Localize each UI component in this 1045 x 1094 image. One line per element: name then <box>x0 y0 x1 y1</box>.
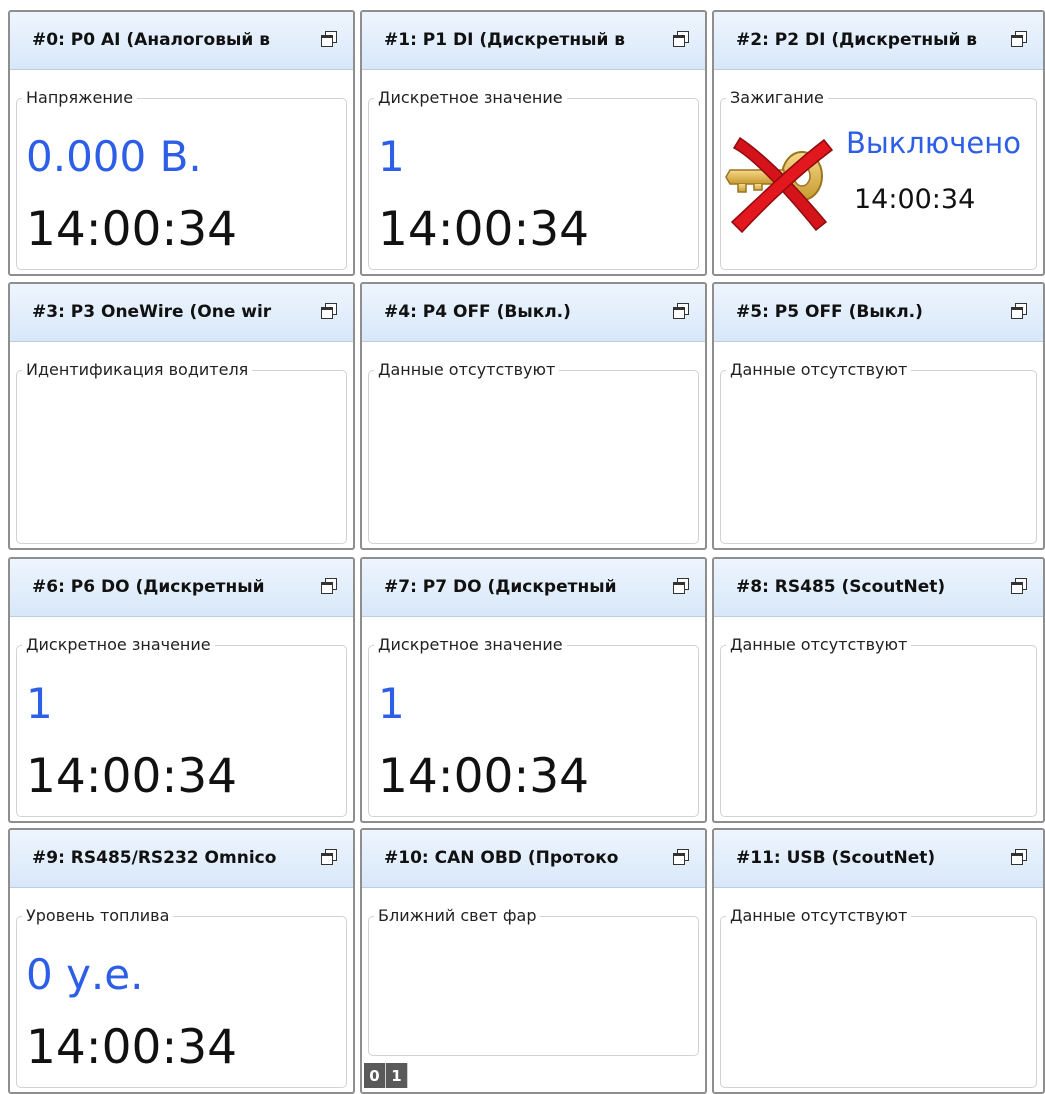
tile-title: #2: P2 DI (Дискретный в <box>736 30 978 50</box>
sensor-time: 14:00:34 <box>378 202 590 257</box>
bit-1: 1 <box>386 1063 408 1088</box>
sensor-time: 14:00:34 <box>26 1020 238 1075</box>
sensor-tile-4: #4: P4 OFF (Выкл.) Данные отсутствуют <box>360 282 707 550</box>
tile-header: #6: P6 DO (Дискретный <box>10 559 353 617</box>
tile-header: #5: P5 OFF (Выкл.) <box>714 284 1043 342</box>
tile-title: #0: P0 AI (Аналоговый в <box>32 30 270 50</box>
panel-legend: Идентификация водителя <box>22 360 253 379</box>
panel-legend: Зажигание <box>726 88 828 107</box>
restore-window-icon[interactable] <box>1011 578 1027 594</box>
sensor-value: 0.000 В. <box>26 132 202 181</box>
tile-title: #11: USB (ScoutNet) <box>736 848 936 868</box>
panel-legend: Данные отсутствуют <box>374 360 560 379</box>
restore-window-icon[interactable] <box>673 31 689 47</box>
sensor-time: 14:00:34 <box>378 749 590 804</box>
sensor-value: 1 <box>26 679 53 728</box>
restore-window-icon[interactable] <box>673 849 689 865</box>
value-panel <box>16 370 347 544</box>
tile-header: #1: P1 DI (Дискретный в <box>362 12 705 70</box>
restore-window-icon[interactable] <box>673 578 689 594</box>
tile-title: #3: P3 OneWire (One wir <box>32 302 272 322</box>
panel-legend: Данные отсутствуют <box>726 906 912 925</box>
bit-indicator: 0 1 <box>364 1063 408 1088</box>
sensor-value: 0 у.е. <box>26 950 144 999</box>
panel-legend: Дискретное значение <box>374 635 567 654</box>
restore-window-icon[interactable] <box>1011 31 1027 47</box>
ignition-off-key-icon <box>725 136 834 234</box>
sensor-tile-10: #10: CAN OBD (Протоко Ближний свет фар <box>360 828 707 1094</box>
panel-legend: Дискретное значение <box>22 635 215 654</box>
tile-title: #10: CAN OBD (Протоко <box>384 848 619 868</box>
sensor-tile-1: #1: P1 DI (Дискретный в Дискретное значе… <box>360 10 707 276</box>
restore-window-icon[interactable] <box>321 578 337 594</box>
sensor-value: 1 <box>378 679 405 728</box>
value-panel <box>368 370 699 544</box>
tile-header: #3: P3 OneWire (One wir <box>10 284 353 342</box>
sensor-tile-0: #0: P0 AI (Аналоговый в Напряжение 0.000… <box>8 10 355 276</box>
tile-title: #6: P6 DO (Дискретный <box>32 577 265 597</box>
value-panel <box>368 916 699 1056</box>
sensor-time: 14:00:34 <box>26 749 238 804</box>
sensor-tile-8: #8: RS485 (ScoutNet) Данные отсутствуют <box>712 557 1045 823</box>
tile-header: #11: USB (ScoutNet) <box>714 830 1043 888</box>
restore-window-icon[interactable] <box>321 849 337 865</box>
tile-header: #2: P2 DI (Дискретный в <box>714 12 1043 70</box>
tile-title: #4: P4 OFF (Выкл.) <box>384 302 571 322</box>
panel-legend: Напряжение <box>22 88 138 107</box>
tile-title: #7: P7 DO (Дискретный <box>384 577 617 597</box>
sensor-tile-6: #6: P6 DO (Дискретный Дискретное значени… <box>8 557 355 823</box>
sensor-tile-5: #5: P5 OFF (Выкл.) Данные отсутствуют <box>712 282 1045 550</box>
restore-window-icon[interactable] <box>1011 303 1027 319</box>
sensor-tile-7: #7: P7 DO (Дискретный Дискретное значени… <box>360 557 707 823</box>
panel-legend: Данные отсутствуют <box>726 635 912 654</box>
sensor-value: 1 <box>378 132 405 181</box>
tile-header: #0: P0 AI (Аналоговый в <box>10 12 353 70</box>
value-panel <box>720 370 1037 544</box>
tile-header: #8: RS485 (ScoutNet) <box>714 559 1043 617</box>
panel-legend: Уровень топлива <box>22 906 174 925</box>
sensor-tile-2: #2: P2 DI (Дискретный в Зажигание Выключ… <box>712 10 1045 276</box>
panel-legend: Данные отсутствуют <box>726 360 912 379</box>
value-panel <box>720 916 1037 1088</box>
sensor-time: 14:00:34 <box>854 184 976 215</box>
restore-window-icon[interactable] <box>321 31 337 47</box>
tile-header: #9: RS485/RS232 Omnico <box>10 830 353 888</box>
sensor-time: 14:00:34 <box>26 202 238 257</box>
restore-window-icon[interactable] <box>673 303 689 319</box>
bit-0: 0 <box>364 1063 386 1088</box>
sensor-tile-9: #9: RS485/RS232 Omnico Уровень топлива 0… <box>8 828 355 1094</box>
tile-header: #4: P4 OFF (Выкл.) <box>362 284 705 342</box>
tile-title: #8: RS485 (ScoutNet) <box>736 577 946 597</box>
tile-header: #10: CAN OBD (Протоко <box>362 830 705 888</box>
tile-title: #9: RS485/RS232 Omnico <box>32 848 277 868</box>
sensor-tile-11: #11: USB (ScoutNet) Данные отсутствуют <box>712 828 1045 1094</box>
restore-window-icon[interactable] <box>1011 849 1027 865</box>
panel-legend: Дискретное значение <box>374 88 567 107</box>
sensor-tile-3: #3: P3 OneWire (One wir Идентификация во… <box>8 282 355 550</box>
tile-title: #5: P5 OFF (Выкл.) <box>736 302 923 322</box>
restore-window-icon[interactable] <box>321 303 337 319</box>
ignition-status: Выключено <box>846 126 1021 160</box>
value-panel <box>720 645 1037 817</box>
tile-title: #1: P1 DI (Дискретный в <box>384 30 626 50</box>
tile-header: #7: P7 DO (Дискретный <box>362 559 705 617</box>
panel-legend: Ближний свет фар <box>374 906 541 925</box>
